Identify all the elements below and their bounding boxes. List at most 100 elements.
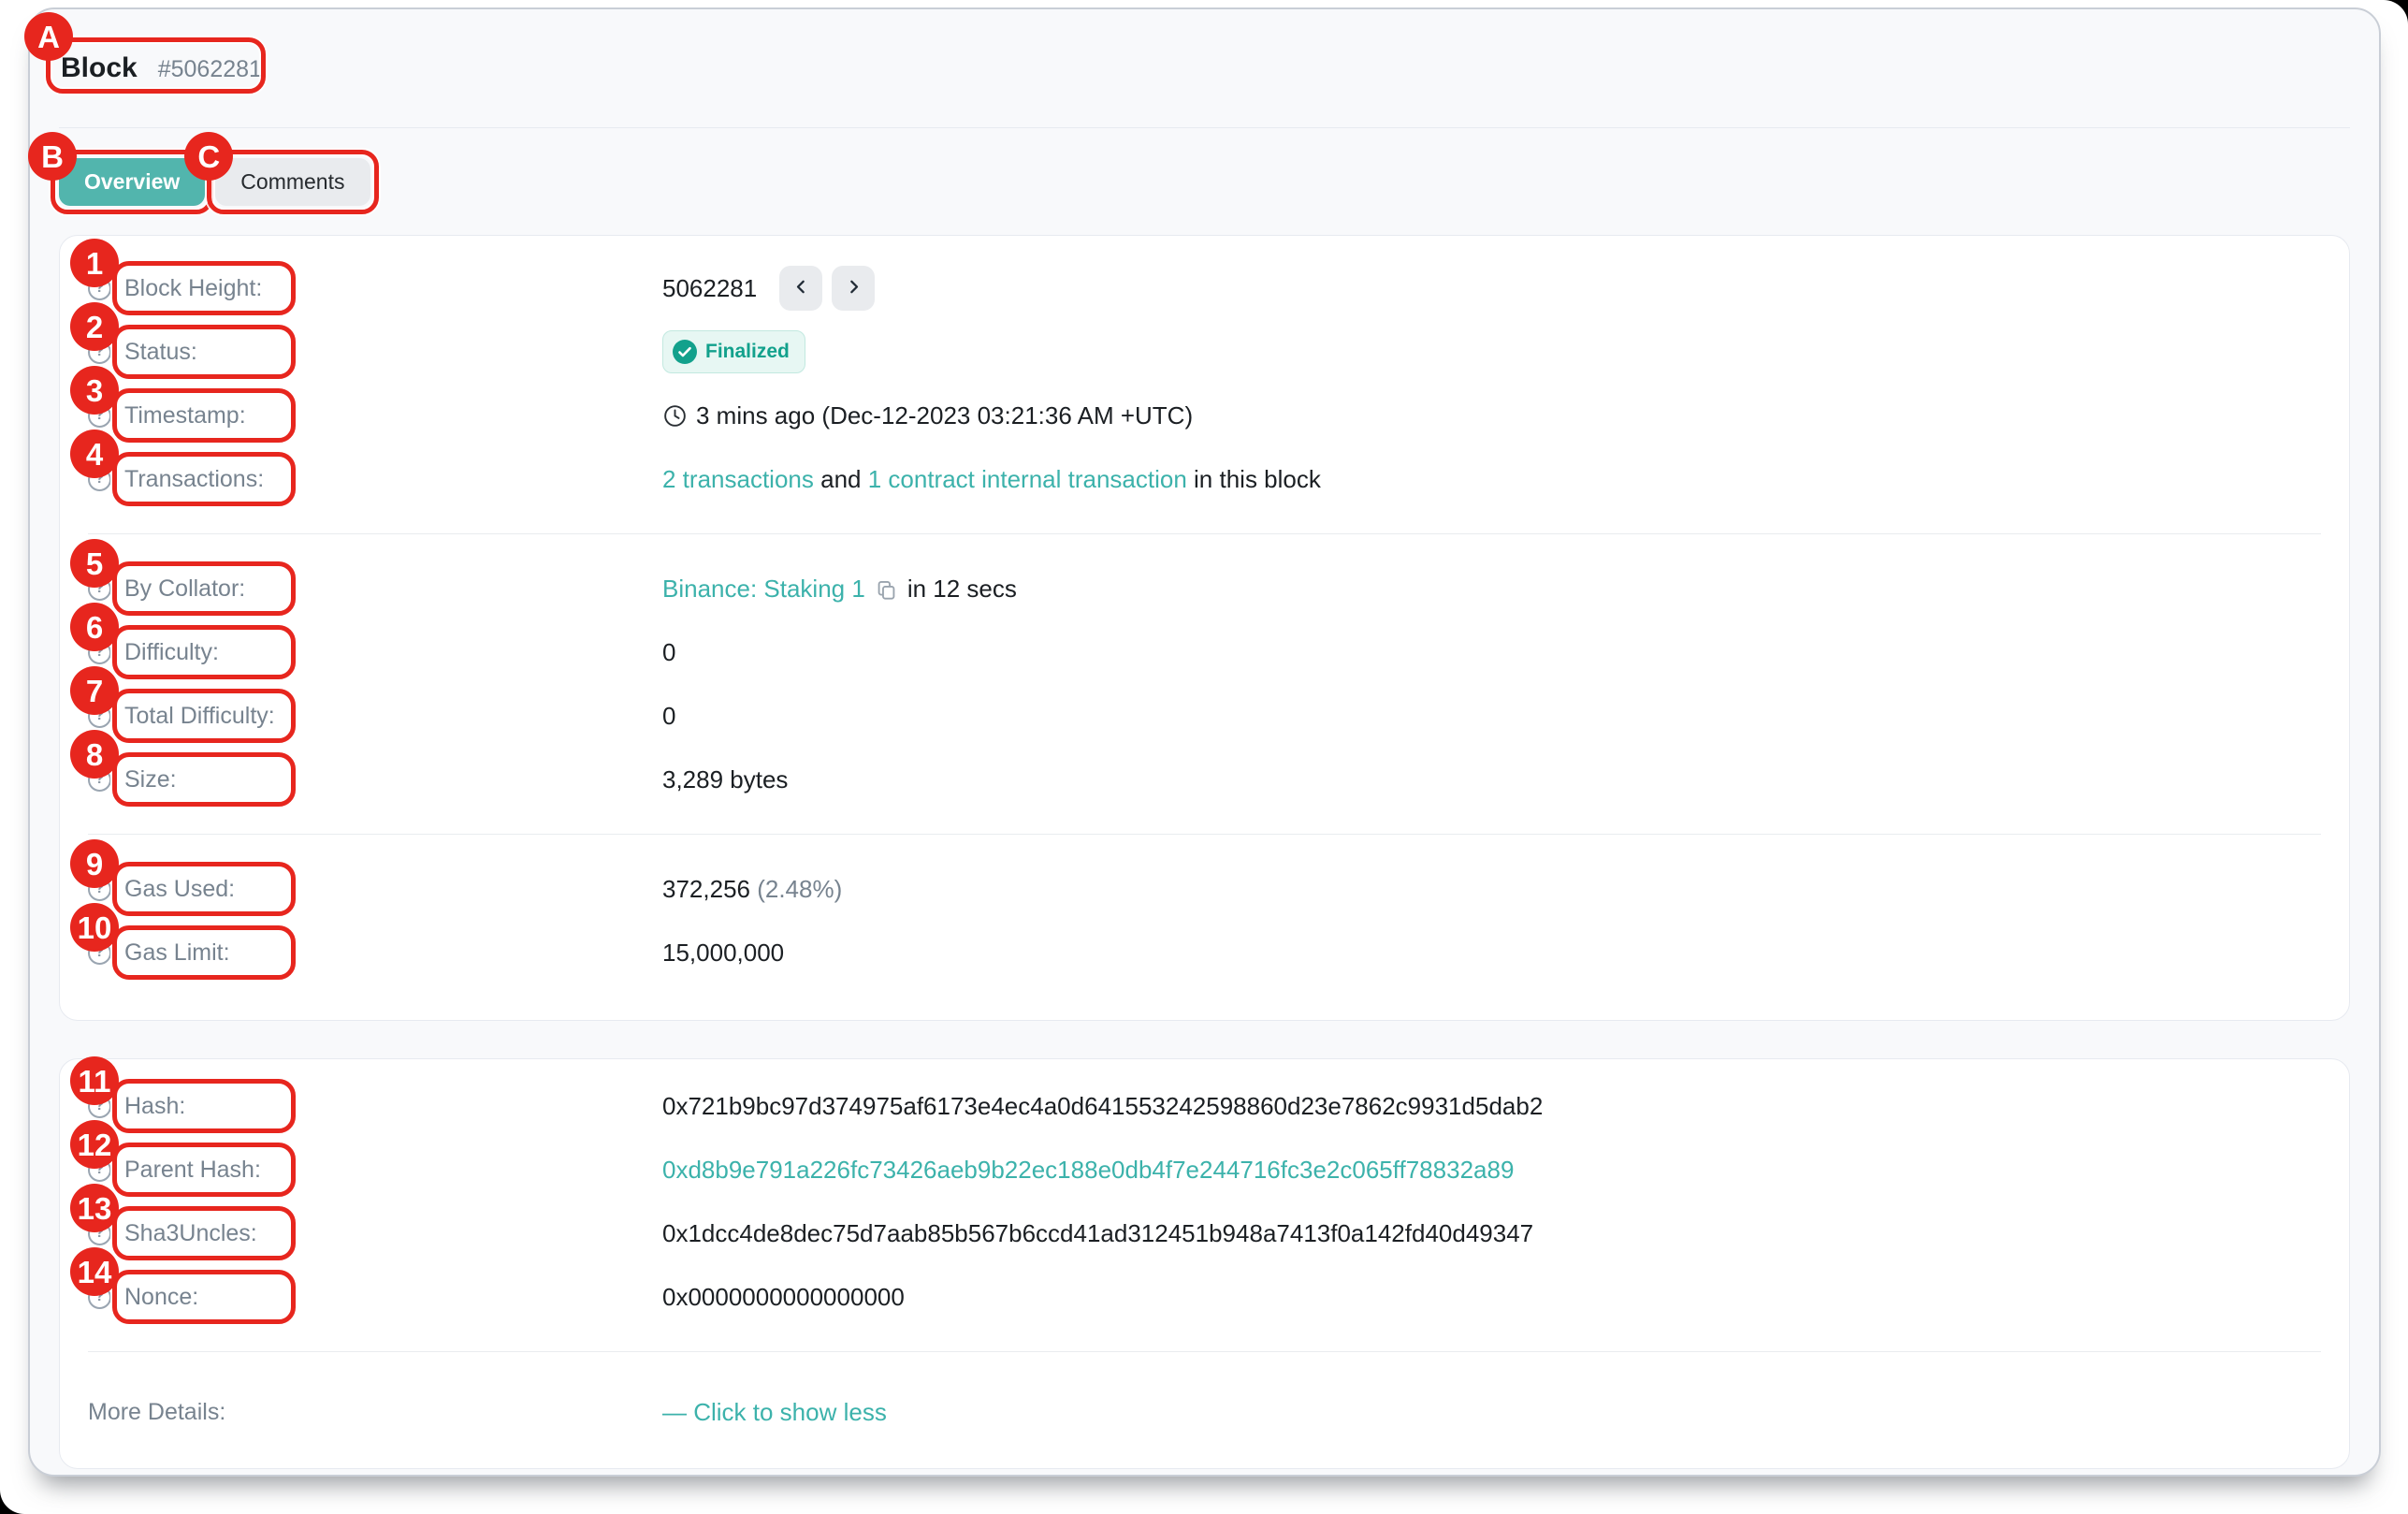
check-icon	[673, 340, 697, 364]
row-label-cell: ?Gas Limit:10	[88, 939, 662, 967]
tab-bar: OverviewBCommentsC	[59, 158, 2350, 206]
value-text: 0x1dcc4de8dec75d7aab85b567b6ccd41ad31245…	[662, 1219, 1533, 1248]
row-label-cell: ?Difficulty:6	[88, 639, 662, 666]
help-icon[interactable]: ?	[88, 641, 111, 664]
value-link[interactable]: 1 contract internal transaction	[868, 465, 1187, 494]
row-value-cell: 0	[662, 638, 2321, 667]
value-text: 0x721b9bc97d374975af6173e4ec4a0d64155324…	[662, 1092, 1543, 1121]
row-label-cell: ?Sha3Uncles:13	[88, 1220, 662, 1247]
detail-row: ?Gas Limit:1015,000,000	[88, 921, 2321, 984]
value-text: 0	[662, 638, 675, 667]
detail-row: ?Difficulty:60	[88, 620, 2321, 684]
value-link[interactable]: 0xd8b9e791a226fc73426aeb9b22ec188e0db4f7…	[662, 1156, 1514, 1185]
help-icon[interactable]: ?	[88, 341, 111, 364]
divider	[88, 834, 2321, 835]
row-value-cell: 3 mins ago (Dec-12-2023 03:21:36 AM +UTC…	[662, 401, 2321, 430]
detail-row: ?By Collator:5Binance: Staking 1in 12 se…	[88, 557, 2321, 620]
value-text: in this block	[1187, 465, 1321, 494]
help-icon[interactable]: ?	[88, 468, 111, 491]
help-icon[interactable]: ?	[88, 577, 111, 601]
row-value-cell: 0xd8b9e791a226fc73426aeb9b22ec188e0db4f7…	[662, 1156, 2321, 1185]
row-label-text: Transactions:	[124, 466, 264, 493]
row-label-text: Nonce:	[124, 1284, 198, 1311]
value-text: 372,256	[662, 875, 757, 904]
detail-row: ?Block Height:15062281	[88, 256, 2321, 320]
detail-row: More Details: — Click to show less	[88, 1375, 2321, 1449]
detail-row: ?Size:83,289 bytes	[88, 748, 2321, 811]
row-label-cell: ?Nonce:14	[88, 1284, 662, 1311]
row-value-cell: 15,000,000	[662, 939, 2321, 968]
row-label-text: Hash:	[124, 1093, 185, 1120]
detail-row: ?Status:2 Finalized	[88, 320, 2321, 384]
row-value-cell: Finalized	[662, 330, 2321, 373]
row-label-cell: ?Hash:11	[88, 1093, 662, 1120]
tab-overview[interactable]: OverviewB	[59, 158, 205, 206]
row-label-cell: ?Size:8	[88, 766, 662, 793]
detail-row: ?Transactions:42 transactions and 1 cont…	[88, 447, 2321, 511]
value-link[interactable]: 2 transactions	[662, 465, 814, 494]
row-label-text: Gas Used:	[124, 876, 235, 903]
detail-row: ?Gas Used:9372,256 (2.48%)	[88, 857, 2321, 921]
block-number: #5062281	[158, 56, 262, 83]
help-icon[interactable]: ?	[88, 277, 111, 300]
clock-icon	[662, 403, 688, 429]
row-label-text: Size:	[124, 766, 177, 793]
row-value-cell: 2 transactions and 1 contract internal t…	[662, 465, 2321, 494]
divider	[88, 1351, 2321, 1352]
status-badge-label: Finalized	[705, 341, 790, 363]
tab-comments[interactable]: CommentsC	[215, 158, 370, 206]
tab-label: Overview	[84, 169, 180, 195]
value-link[interactable]: Binance: Staking 1	[662, 575, 865, 604]
value-link[interactable]: — Click to show less	[662, 1398, 887, 1427]
detail-row: ?Sha3Uncles:130x1dcc4de8dec75d7aab85b567…	[88, 1201, 2321, 1265]
row-value-cell: 0x0000000000000000	[662, 1283, 2321, 1312]
value-text: 3 mins ago (Dec-12-2023 03:21:36 AM +UTC…	[696, 401, 1193, 430]
help-icon[interactable]: ?	[88, 1286, 111, 1309]
detail-row: ?Nonce:140x0000000000000000	[88, 1265, 2321, 1329]
row-value-cell: 3,289 bytes	[662, 765, 2321, 794]
row-label-cell: ?Timestamp:3	[88, 402, 662, 429]
chevron-right-icon	[844, 277, 863, 299]
value-text: 15,000,000	[662, 939, 784, 968]
detail-row: ?Hash:110x721b9bc97d374975af6173e4ec4a0d…	[88, 1074, 2321, 1138]
row-value-cell: 0x1dcc4de8dec75d7aab85b567b6ccd41ad31245…	[662, 1219, 2321, 1248]
detail-row: ?Total Difficulty:70	[88, 684, 2321, 748]
row-label-text: Parent Hash:	[124, 1157, 261, 1184]
prev-block-button[interactable]	[779, 266, 822, 311]
row-label-cell: ?Status:2	[88, 339, 662, 366]
row-value-cell: 372,256 (2.48%)	[662, 875, 2321, 904]
row-label-text: Total Difficulty:	[124, 703, 275, 730]
help-icon[interactable]: ?	[88, 941, 111, 965]
detail-row: ?Timestamp:33 mins ago (Dec-12-2023 03:2…	[88, 384, 2321, 447]
annotation-badge: B	[28, 132, 77, 181]
row-label-text: By Collator:	[124, 575, 245, 603]
row-label-text: Timestamp:	[124, 402, 246, 429]
help-icon[interactable]: ?	[88, 768, 111, 792]
row-label-cell: More Details:	[88, 1399, 662, 1426]
next-block-button[interactable]	[832, 266, 875, 311]
tab-label: Comments	[240, 169, 344, 195]
row-label-text: More Details:	[88, 1399, 225, 1426]
row-label-text: Block Height:	[124, 275, 262, 302]
detail-row: ?Parent Hash:120xd8b9e791a226fc73426aeb9…	[88, 1138, 2321, 1201]
help-icon[interactable]: ?	[88, 878, 111, 901]
row-label-cell: ?By Collator:5	[88, 575, 662, 603]
row-value-cell: 0x721b9bc97d374975af6173e4ec4a0d64155324…	[662, 1092, 2321, 1121]
details-card: ?Block Height:15062281?Status:2Finalized…	[59, 235, 2350, 1021]
value-text: in 12 secs	[907, 575, 1017, 604]
help-icon[interactable]: ?	[88, 1222, 111, 1245]
row-value-cell: — Click to show less	[662, 1398, 2321, 1427]
copy-icon[interactable]	[875, 578, 898, 602]
help-icon[interactable]: ?	[88, 1158, 111, 1182]
help-icon[interactable]: ?	[88, 705, 111, 728]
row-label-cell: ?Total Difficulty:7	[88, 703, 662, 730]
row-label-cell: ?Block Height:1	[88, 275, 662, 302]
value-text: 3,289 bytes	[662, 765, 788, 794]
value-text: 0x0000000000000000	[662, 1283, 905, 1312]
row-label-cell: ?Gas Used:9	[88, 876, 662, 903]
block-details: ?Block Height:15062281?Status:2Finalized…	[59, 235, 2350, 1469]
details-card: ?Hash:110x721b9bc97d374975af6173e4ec4a0d…	[59, 1058, 2350, 1469]
help-icon[interactable]: ?	[88, 404, 111, 428]
help-icon[interactable]: ?	[88, 1095, 111, 1118]
row-label-cell: ?Transactions:4	[88, 466, 662, 493]
